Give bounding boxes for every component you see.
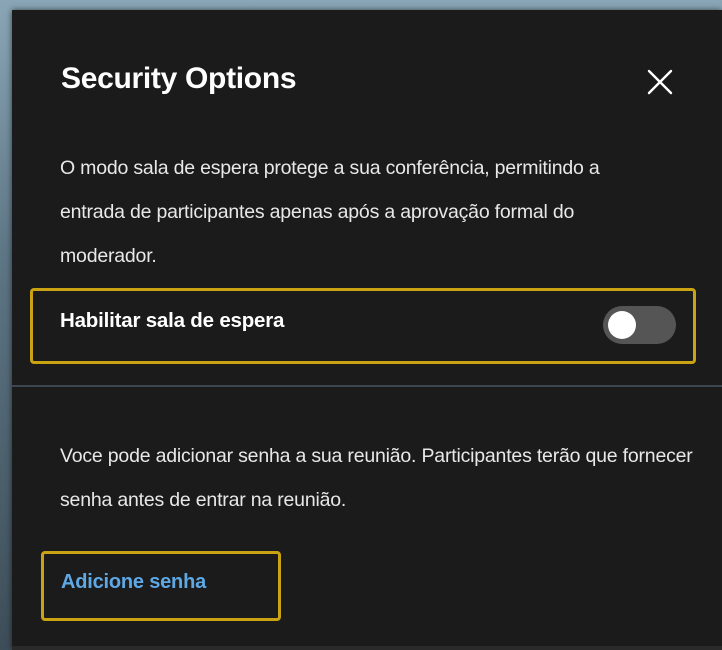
dialog-footer-edge [12, 646, 722, 650]
close-icon [647, 69, 673, 95]
window-backdrop: Security Options O modo sala de espera p… [0, 0, 722, 650]
security-options-dialog: Security Options O modo sala de espera p… [12, 10, 722, 650]
lobby-description: O modo sala de espera protege a sua conf… [60, 157, 600, 267]
toggle-knob [608, 311, 636, 339]
section-divider [12, 385, 722, 387]
lobby-toggle-switch[interactable] [603, 306, 676, 344]
add-password-link[interactable]: Adicione senha [61, 571, 206, 594]
password-description: Voce pode adicionar senha a sua reunião.… [60, 445, 693, 511]
dialog-title: Security Options [61, 62, 297, 95]
close-button[interactable] [640, 62, 680, 102]
lobby-toggle-label: Habilitar sala de espera [60, 309, 285, 332]
